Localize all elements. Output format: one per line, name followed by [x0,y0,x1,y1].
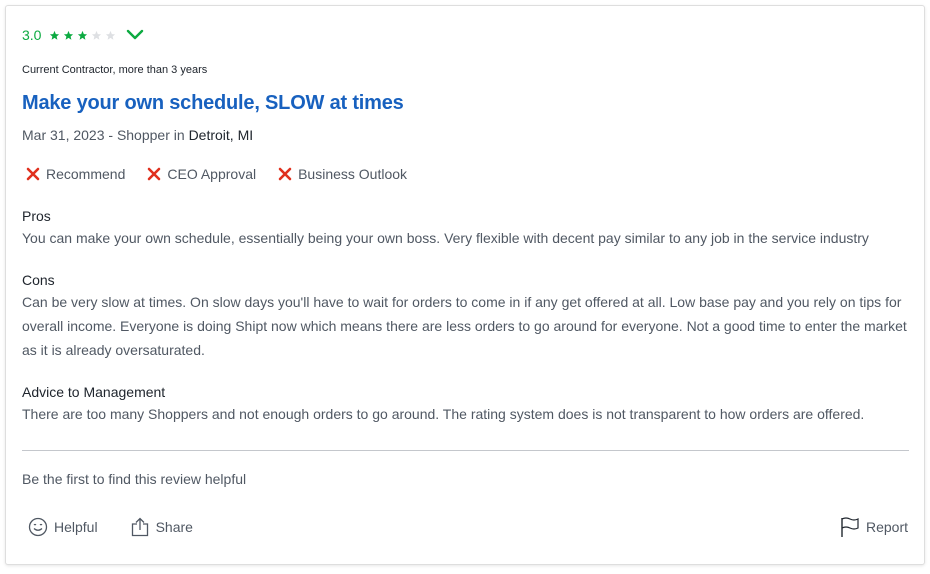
divider [22,450,909,451]
review-card: 3.0 Current Contractor, more than 3 year… [5,5,925,565]
pros-section: Pros You can make your own schedule, ess… [22,206,912,250]
star-rating [49,30,116,41]
rating-value: 3.0 [22,27,42,43]
rating-ceo-approval: CEO Approval [147,166,256,182]
report-button[interactable]: Report [840,516,908,538]
helpful-button[interactable]: Helpful [28,517,98,537]
rating-row[interactable]: 3.0 [22,25,144,45]
pros-text: You can make your own schedule, essentia… [22,230,869,246]
smiley-icon [28,517,48,537]
review-meta: Mar 31, 2023 - Shopper in Detroit, MI [22,127,253,143]
rating-business-outlook: Business Outlook [278,166,407,182]
rating-label: Recommend [46,166,126,182]
pros-label: Pros [22,208,51,224]
review-title[interactable]: Make your own schedule, SLOW at times [22,92,404,115]
cons-text: Can be very slow at times. On slow days … [22,294,907,358]
star-icon-empty [105,30,116,41]
x-icon [147,167,161,181]
flag-icon [841,517,859,537]
advice-text: There are too many Shoppers and not enou… [22,406,865,422]
rating-recommend: Recommend [26,166,125,182]
employment-status: Current Contractor, more than 3 years [22,64,208,76]
helpful-count-note: Be the first to find this review helpful [22,471,247,487]
star-icon-filled [77,30,88,41]
cons-label: Cons [22,272,55,288]
report-label: Report [865,519,908,535]
x-icon [278,167,292,181]
sub-ratings: Recommend CEO Approval Business Outlook [26,166,429,182]
share-icon [131,517,148,537]
cons-section: Cons Can be very slow at times. On slow … [22,270,912,362]
advice-label: Advice to Management [22,384,166,400]
advice-section: Advice to Management There are too many … [22,382,912,426]
star-icon-filled [49,30,60,41]
rating-label: Business Outlook [298,166,408,182]
star-icon-filled [63,30,74,41]
share-button[interactable]: Share [130,517,193,537]
meta-in: in [169,127,189,143]
share-label: Share [155,519,193,535]
review-location: Detroit, MI [188,127,254,143]
review-date-role: Mar 31, 2023 - Shopper [22,127,170,143]
helpful-label: Helpful [54,519,98,535]
x-icon [26,167,40,181]
review-actions: Helpful Share [28,517,225,537]
chevron-down-icon[interactable] [126,29,144,41]
star-icon-empty [91,30,102,41]
rating-label: CEO Approval [167,166,257,182]
